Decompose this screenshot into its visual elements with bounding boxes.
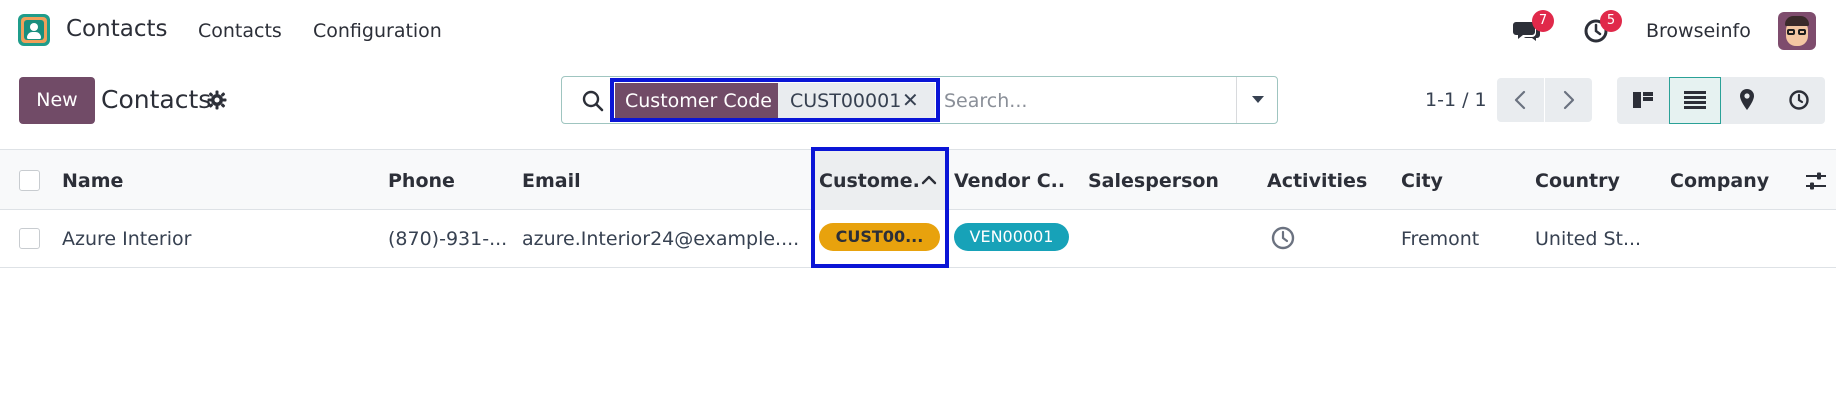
- table-row[interactable]: Azure Interior (870)-931-... azure.Inter…: [0, 210, 1836, 268]
- new-button[interactable]: New: [19, 77, 95, 124]
- map-view-button[interactable]: [1721, 77, 1773, 124]
- user-avatar[interactable]: [1778, 12, 1816, 50]
- activity-view-button[interactable]: [1773, 77, 1825, 124]
- company-switcher[interactable]: Browseinfo: [1646, 20, 1751, 42]
- activity-count-badge: 5: [1600, 10, 1622, 32]
- select-all-checkbox[interactable]: [19, 170, 40, 191]
- vendor-code-badge: VEN00001: [954, 223, 1069, 251]
- facet-highlight-box: [610, 78, 940, 122]
- pager-value[interactable]: 1-1 / 1: [1425, 89, 1487, 111]
- app-name[interactable]: Contacts: [66, 16, 167, 42]
- column-header-country[interactable]: Country: [1535, 170, 1620, 192]
- page-title: Contacts: [101, 85, 212, 114]
- chevron-right-icon: [1563, 90, 1575, 110]
- column-header-company[interactable]: Company: [1670, 170, 1769, 192]
- optional-columns-icon[interactable]: [1805, 170, 1827, 192]
- column-header-email[interactable]: Email: [522, 170, 581, 192]
- list-icon: [1684, 91, 1706, 109]
- clock-icon: [1789, 90, 1809, 110]
- search-bar: Customer Code CUST00001 ✕: [561, 76, 1278, 124]
- kanban-icon: [1633, 92, 1653, 108]
- row-checkbox[interactable]: [19, 228, 40, 249]
- pager-previous-button[interactable]: [1497, 78, 1544, 122]
- search-icon[interactable]: [582, 90, 604, 112]
- contacts-app-icon[interactable]: [18, 14, 50, 46]
- table-header: Name Phone Email Custome. Vendor C... Sa…: [0, 149, 1836, 210]
- menu-contacts[interactable]: Contacts: [198, 20, 282, 42]
- column-header-name[interactable]: Name: [62, 170, 123, 192]
- kanban-view-button[interactable]: [1617, 77, 1669, 124]
- column-header-salesperson[interactable]: Salesperson: [1088, 170, 1219, 192]
- chevron-left-icon: [1514, 90, 1526, 110]
- column-header-city[interactable]: City: [1401, 170, 1443, 192]
- menu-configuration[interactable]: Configuration: [313, 20, 442, 42]
- column-header-phone[interactable]: Phone: [388, 170, 455, 192]
- top-navbar: Contacts Contacts Configuration 7 5 Brow…: [0, 0, 1836, 60]
- activity-clock-icon[interactable]: [1270, 225, 1296, 251]
- column-header-activities[interactable]: Activities: [1267, 170, 1367, 192]
- column-header-vendor-code[interactable]: Vendor C...: [954, 170, 1066, 192]
- column-header-customer-code[interactable]: Custome.: [819, 170, 919, 192]
- pager-next-button[interactable]: [1545, 78, 1592, 122]
- cell-city: Fremont: [1401, 228, 1480, 250]
- search-input[interactable]: [944, 85, 1224, 117]
- customer-code-badge: CUST00...: [819, 223, 940, 251]
- map-pin-icon: [1740, 89, 1754, 110]
- cell-country: United St...: [1535, 228, 1642, 250]
- caret-down-icon: [1252, 96, 1264, 103]
- sort-ascending-icon[interactable]: [920, 171, 938, 189]
- search-options-toggle[interactable]: [1236, 77, 1278, 123]
- cell-email: azure.Interior24@example....: [522, 228, 800, 250]
- cell-phone: (870)-931-...: [388, 228, 508, 250]
- list-view-button[interactable]: [1669, 77, 1721, 124]
- gear-icon[interactable]: [207, 90, 227, 110]
- chat-count-badge: 7: [1532, 10, 1554, 32]
- cell-name: Azure Interior: [62, 228, 192, 250]
